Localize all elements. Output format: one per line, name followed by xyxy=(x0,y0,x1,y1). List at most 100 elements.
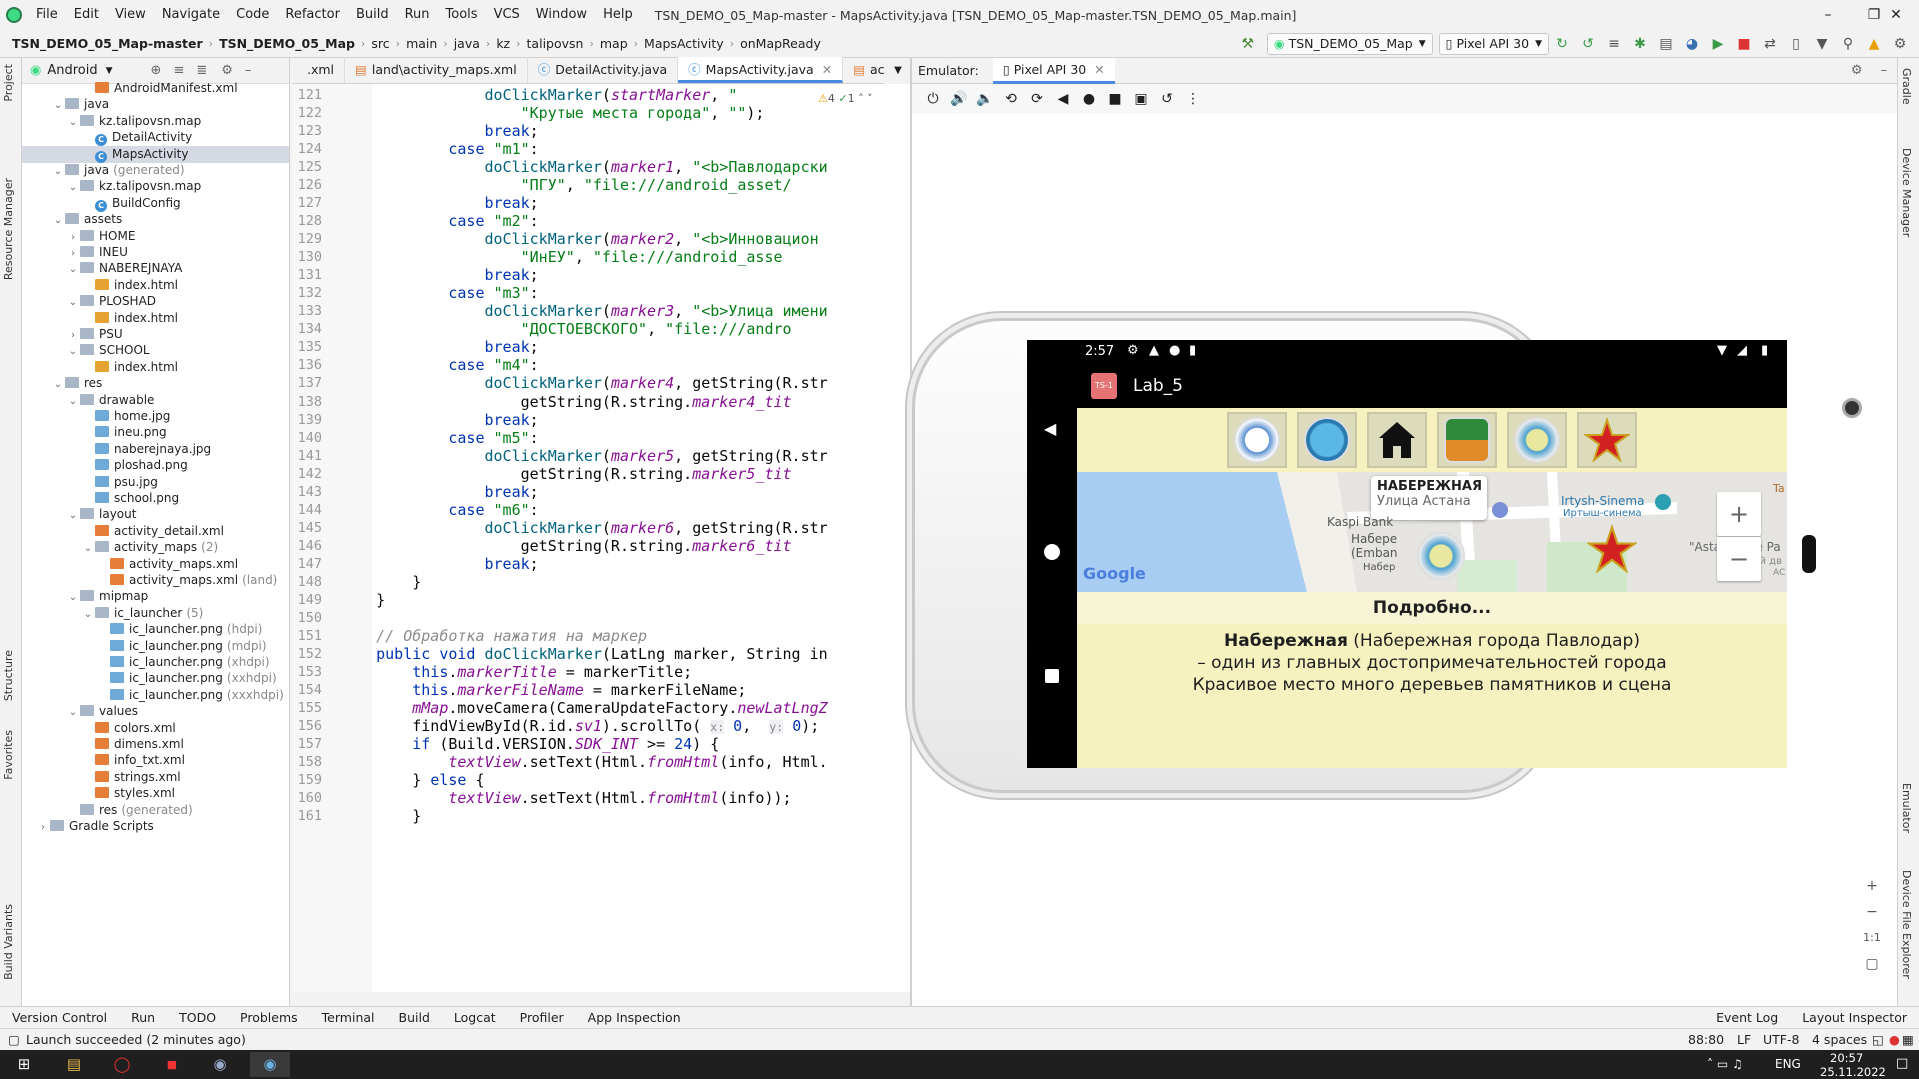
bottom-tool-tab[interactable]: App Inspection xyxy=(576,1010,693,1025)
camera-icon[interactable]: ▣ xyxy=(1131,89,1151,109)
profile-icon[interactable]: ◕ xyxy=(1682,34,1702,54)
tree-item[interactable]: AndroidManifest.xml xyxy=(22,80,289,97)
device-manager-tool-tab[interactable]: Device Manager xyxy=(1900,148,1913,237)
android-studio-taskbar-icon[interactable]: ◉ xyxy=(250,1052,290,1077)
windows-start-icon[interactable]: ⊞ xyxy=(4,1052,44,1077)
bottom-tool-tab[interactable]: Run xyxy=(119,1010,167,1025)
tree-item[interactable]: › Gradle Scripts xyxy=(22,818,289,836)
bottom-tool-tab[interactable]: TODO xyxy=(167,1010,228,1025)
tree-item[interactable]: ic_launcher.png (xhdpi) xyxy=(22,654,289,671)
tree-item[interactable]: ⌄ SCHOOL xyxy=(22,342,289,359)
power-icon[interactable]: ⏻ xyxy=(923,89,943,109)
project-tool-tab[interactable]: Project xyxy=(2,64,15,102)
breadcrumb-item[interactable]: src xyxy=(367,36,393,51)
more-options-icon[interactable]: ⋮ xyxy=(1183,89,1203,109)
chevron-right-icon[interactable]: › xyxy=(36,819,50,836)
bottom-tool-tab[interactable]: Profiler xyxy=(508,1010,576,1025)
clock-time[interactable]: 20:57 xyxy=(1830,1051,1863,1065)
emulator-zoom-actual-size[interactable]: 1:1 xyxy=(1858,925,1886,951)
menu-item[interactable]: View xyxy=(107,0,154,30)
minimize-button[interactable]: – xyxy=(1805,0,1851,30)
tree-item[interactable]: activity_detail.xml xyxy=(22,523,289,540)
tree-item[interactable]: ⌄ java (generated) xyxy=(22,162,289,179)
tree-item[interactable]: ⌄ assets xyxy=(22,211,289,228)
app-p-icon[interactable]: ◾ xyxy=(152,1052,192,1077)
tree-item[interactable]: home.jpg xyxy=(22,408,289,425)
breadcrumb-item[interactable]: kz xyxy=(492,36,514,51)
overview-icon[interactable]: ■ xyxy=(1105,89,1125,109)
google-map[interactable]: НАБЕРЕЖНАЯ Улица Астана Kaspi Bank Набер… xyxy=(1077,472,1787,592)
naberejnaya-marker-icon[interactable] xyxy=(1417,532,1465,580)
debug-icon[interactable]: ✱ xyxy=(1630,34,1650,54)
tree-item[interactable]: ⌄ ic_launcher (5) xyxy=(22,605,289,622)
menu-item[interactable]: Tools xyxy=(438,0,486,30)
ineu-button[interactable] xyxy=(1297,412,1357,468)
apply-changes-icon[interactable]: ↺ xyxy=(1578,34,1598,54)
tree-item[interactable]: ⌄ NABEREJNAYA xyxy=(22,260,289,277)
menu-item[interactable]: Window xyxy=(528,0,595,30)
rerun-icon[interactable]: ↻ xyxy=(1552,34,1572,54)
tree-item[interactable]: styles.xml xyxy=(22,785,289,802)
menu-item[interactable]: Edit xyxy=(66,0,107,30)
nav-recents-icon[interactable] xyxy=(1045,669,1059,683)
favorites-tool-tab[interactable]: Favorites xyxy=(2,730,15,780)
code-line[interactable]: } xyxy=(340,805,910,827)
device-select[interactable]: ▯ Pixel API 30 ▼ xyxy=(1438,32,1549,55)
device-manager-icon[interactable]: ▯ xyxy=(1786,34,1806,54)
tree-item[interactable]: strings.xml xyxy=(22,769,289,786)
collapse-all-icon[interactable]: ≣ xyxy=(196,63,207,78)
tree-item[interactable]: C MapsActivity xyxy=(22,145,289,163)
memory-icon[interactable]: ▦ xyxy=(1902,1029,1914,1051)
emulator-tool-tab[interactable]: Emulator xyxy=(1900,783,1913,833)
marker-info-window[interactable]: НАБЕРЕЖНАЯ Улица Астана xyxy=(1371,476,1487,520)
psu-button[interactable] xyxy=(1227,412,1287,468)
hide-icon[interactable]: – xyxy=(245,63,252,78)
bottom-right-tool-tab[interactable]: Layout Inspector xyxy=(1790,1010,1919,1025)
close-icon[interactable]: ✕ xyxy=(822,62,832,77)
bottom-tool-tab[interactable]: Problems xyxy=(228,1010,310,1025)
breadcrumb-item[interactable]: main xyxy=(402,36,441,51)
menu-item[interactable]: Run xyxy=(397,0,438,30)
run-list-icon[interactable]: ≡ xyxy=(1604,34,1624,54)
tree-item[interactable]: psu.jpg xyxy=(22,474,289,491)
resource-manager-tool-tab[interactable]: Resource Manager xyxy=(2,178,15,280)
close-icon[interactable]: ✕ xyxy=(1094,62,1104,77)
snapshot-icon[interactable]: ↺ xyxy=(1157,89,1177,109)
gradle-tool-tab[interactable]: Gradle xyxy=(1900,68,1913,105)
tree-item[interactable]: colors.xml xyxy=(22,720,289,737)
run-config-select[interactable]: ◉ TSN_DEMO_05_Map ▼ xyxy=(1266,32,1433,55)
tree-item[interactable]: › PSU xyxy=(22,326,289,343)
bottom-tool-tab[interactable]: Build xyxy=(387,1010,442,1025)
emulator-fit-screen-icon[interactable]: ▢ xyxy=(1858,951,1886,977)
emulator-zoom-out-icon[interactable]: − xyxy=(1858,899,1886,925)
bottom-tool-tab[interactable]: Version Control xyxy=(0,1010,119,1025)
naberejnaya-button[interactable] xyxy=(1507,412,1567,468)
emulator-device-tab[interactable]: ▯ Pixel API 30 ✕ xyxy=(992,57,1115,84)
locate-icon[interactable]: ⊕ xyxy=(151,63,162,78)
tree-item[interactable]: ic_launcher.png (mdpi) xyxy=(22,638,289,655)
menu-item[interactable]: Build xyxy=(348,0,397,30)
hide-icon[interactable]: – xyxy=(1881,63,1888,78)
structure-tool-tab[interactable]: Structure xyxy=(2,650,15,701)
sdk-manager-icon[interactable]: ▼ xyxy=(1812,34,1832,54)
gear-icon[interactable]: ⚙ xyxy=(1851,63,1863,78)
lock-icon[interactable]: ◱ xyxy=(1872,1029,1884,1051)
indent-setting[interactable]: 4 spaces xyxy=(1812,1029,1867,1051)
tree-item[interactable]: ploshad.png xyxy=(22,457,289,474)
project-view-select[interactable]: Android xyxy=(47,63,97,78)
tree-item[interactable]: ineu.png xyxy=(22,424,289,441)
steam-icon[interactable]: ◉ xyxy=(200,1052,240,1077)
breadcrumb-item[interactable]: onMapReady xyxy=(736,36,825,51)
update-icon[interactable]: ▲ xyxy=(1864,34,1884,54)
tree-item[interactable]: naberejnaya.jpg xyxy=(22,441,289,458)
tree-item[interactable]: › HOME xyxy=(22,228,289,245)
tree-item[interactable]: info_txt.xml xyxy=(22,752,289,769)
ploshad-button[interactable] xyxy=(1577,412,1637,468)
tree-item[interactable]: ⌄ kz.talipovsn.map xyxy=(22,113,289,130)
tree-item[interactable]: ⌄ activity_maps (2) xyxy=(22,539,289,556)
breadcrumb-item[interactable]: talipovsn xyxy=(523,36,588,51)
nav-home-icon[interactable] xyxy=(1044,544,1060,560)
tree-item[interactable]: ⌄ mipmap xyxy=(22,588,289,605)
next-highlight-icon[interactable]: ˅ xyxy=(867,92,873,105)
tabs-overflow-chevron-icon[interactable]: ▼ xyxy=(884,58,912,84)
